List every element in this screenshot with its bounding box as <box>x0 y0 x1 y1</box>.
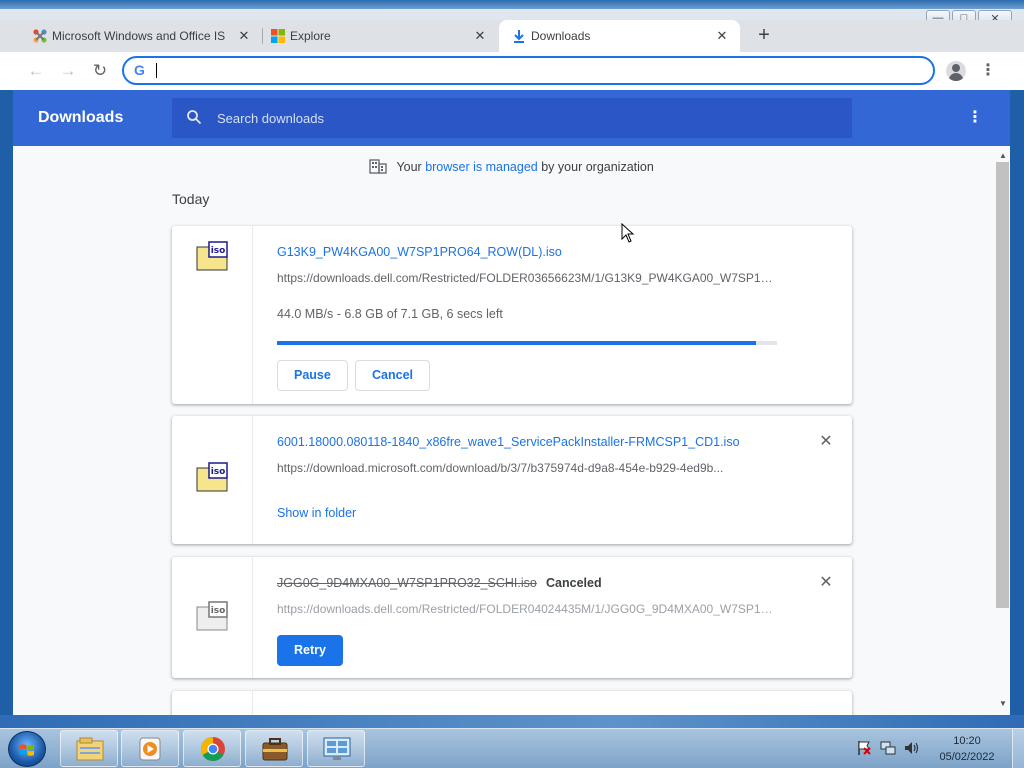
download-filename-link[interactable]: 6001.18000.080118-1840_x86fre_wave1_Serv… <box>277 435 740 449</box>
close-tab-icon[interactable]: ✕ <box>472 28 488 44</box>
downloads-header: Downloads ⋮ <box>13 90 1010 146</box>
download-url[interactable]: https://downloads.dell.com/Restricted/FO… <box>277 271 777 285</box>
window-frame: — □ ✕ <box>0 0 1024 26</box>
download-status: Canceled <box>546 576 602 590</box>
search-box[interactable] <box>172 98 852 138</box>
icon-column: iso <box>172 226 253 404</box>
page-title: Downloads <box>38 109 124 126</box>
icon-column: iso <box>172 557 253 678</box>
back-button[interactable]: ← <box>23 58 49 84</box>
iso-file-icon: iso <box>196 462 228 492</box>
download-filename-link[interactable]: G13K9_PW4KGA00_W7SP1PRO64_ROW(DL).iso <box>277 245 562 259</box>
download-item: iso G13K9_PW4KGA00_W7SP1PRO64_ROW(DL).is… <box>172 226 852 404</box>
scrollbar-thumb[interactable] <box>996 162 1009 608</box>
downloads-page: Downloads ⋮ Your browser is managed by y… <box>13 90 1010 715</box>
search-icon <box>187 110 202 125</box>
forward-button[interactable]: → <box>55 58 81 84</box>
mouse-cursor-icon <box>621 223 635 243</box>
reload-button[interactable]: ↻ <box>87 58 113 84</box>
svg-text:iso: iso <box>211 246 226 256</box>
tab-microsoft-windows-office[interactable]: Microsoft Windows and Office IS ✕ <box>20 20 262 52</box>
chrome-icon <box>200 737 225 762</box>
download-item: iso 6001.18000.080118-1840_x86fre_wave1_… <box>172 416 852 544</box>
svg-text:iso: iso <box>211 467 226 477</box>
download-icon <box>514 30 524 43</box>
taskbar-chrome[interactable] <box>183 730 241 767</box>
address-bar[interactable]: G <box>122 56 935 85</box>
start-button[interactable] <box>8 731 46 767</box>
managed-prefix: Your <box>396 160 422 174</box>
briefcase-icon <box>262 738 288 761</box>
window-frame-bottom <box>0 715 1024 728</box>
progress-bar-fill <box>277 341 756 345</box>
clock-time: 10:20 <box>953 735 981 747</box>
windows-flag-icon <box>20 744 34 756</box>
taskbar: 10:20 05/02/2022 <box>0 728 1024 768</box>
profile-avatar-icon[interactable] <box>946 61 966 81</box>
google-icon: G <box>134 62 145 78</box>
scroll-down-arrow[interactable]: ▼ <box>996 699 1010 709</box>
iso-file-icon: iso <box>196 601 228 631</box>
downloads-menu-button[interactable]: ⋮ <box>963 106 987 130</box>
icon-column <box>172 691 253 715</box>
remove-from-list-icon[interactable]: ✕ <box>816 573 836 593</box>
managed-suffix: by your organization <box>541 160 654 174</box>
tab-explore[interactable]: Explore ✕ <box>258 20 498 52</box>
managed-notice: Your browser is managed by your organiza… <box>13 158 1010 178</box>
explorer-icon <box>76 737 104 761</box>
browser-menu-button[interactable]: ⋮ <box>978 58 998 84</box>
remove-from-list-icon[interactable]: ✕ <box>816 432 836 452</box>
cancel-button[interactable]: Cancel <box>355 360 430 391</box>
building-icon <box>369 159 387 174</box>
action-center-flag-icon[interactable] <box>855 739 873 757</box>
retry-button[interactable]: Retry <box>277 635 343 666</box>
taskbar-remote-desktop[interactable] <box>307 730 365 767</box>
download-item: iso JGG0G_9D4MXA00_W7SP1PRO32_SCHI.iso C… <box>172 557 852 678</box>
volume-icon[interactable] <box>903 739 921 757</box>
close-tab-icon[interactable]: ✕ <box>236 28 252 44</box>
joomla-icon <box>33 29 47 43</box>
download-url[interactable]: https://downloads.dell.com/Restricted/FO… <box>277 602 777 616</box>
windows-logo-icon <box>271 29 285 43</box>
managed-link[interactable]: browser is managed <box>425 160 538 174</box>
tab-title: Microsoft Windows and Office IS <box>52 29 226 43</box>
pause-button[interactable]: Pause <box>277 360 348 391</box>
tab-downloads[interactable]: Downloads ✕ <box>499 20 740 52</box>
network-icon[interactable] <box>879 739 897 757</box>
clock-date: 05/02/2022 <box>939 751 995 763</box>
remote-desktop-icon <box>323 737 351 760</box>
taskbar-explorer[interactable] <box>60 730 118 767</box>
download-progress-bar <box>277 341 777 345</box>
tab-title: Explore <box>290 29 331 43</box>
svg-text:iso: iso <box>211 606 226 616</box>
download-progress-text: 44.0 MB/s - 6.8 GB of 7.1 GB, 6 secs lef… <box>277 307 503 321</box>
browser-toolbar: ← → ↻ G ⋮ <box>0 52 1024 90</box>
scroll-up-arrow[interactable]: ▲ <box>996 151 1010 161</box>
show-desktop-button[interactable] <box>1012 729 1024 768</box>
section-label-today: Today <box>172 191 210 207</box>
tab-title: Downloads <box>531 29 591 43</box>
new-tab-button[interactable]: + <box>752 24 776 48</box>
media-player-icon <box>139 737 161 761</box>
system-tray <box>855 739 921 757</box>
taskbar-media-player[interactable] <box>121 730 179 767</box>
icon-column: iso <box>172 416 253 544</box>
download-url[interactable]: https://download.microsoft.com/download/… <box>277 461 777 475</box>
close-tab-icon[interactable]: ✕ <box>714 28 730 44</box>
download-filename: JGG0G_9D4MXA00_W7SP1PRO32_SCHI.iso <box>277 576 537 590</box>
show-in-folder-link[interactable]: Show in folder <box>277 506 356 520</box>
iso-file-icon: iso <box>196 241 228 271</box>
download-item <box>172 691 852 715</box>
text-caret <box>156 63 157 78</box>
system-clock[interactable]: 10:20 05/02/2022 <box>932 733 1002 765</box>
taskbar-briefcase[interactable] <box>245 730 303 767</box>
search-input[interactable] <box>217 108 817 128</box>
address-input[interactable] <box>158 61 918 80</box>
tab-strip: Microsoft Windows and Office IS ✕ Explor… <box>0 20 1024 52</box>
